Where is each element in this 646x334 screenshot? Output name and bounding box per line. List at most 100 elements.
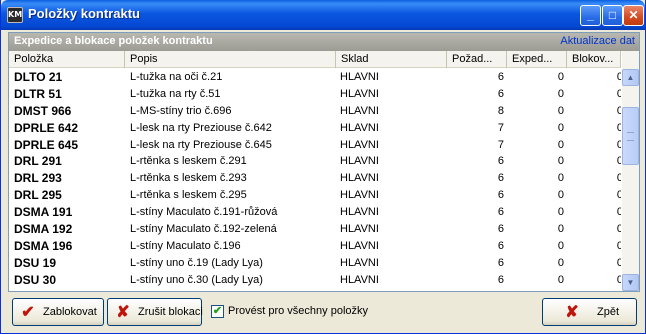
vertical-scrollbar[interactable]: ▲ ▼ bbox=[622, 51, 639, 291]
apply-all-checkbox-label[interactable]: Provést pro všechny položky bbox=[228, 305, 368, 318]
minimize-button[interactable]: _ bbox=[580, 5, 601, 26]
dispatched-cell: 0 bbox=[557, 87, 564, 100]
warehouse-cell: HLAVNI bbox=[340, 121, 379, 134]
table-row[interactable]: DSU 30 L-stíny uno č.30 (Lady Lya) HLAVNI 6… bbox=[9, 272, 621, 289]
table-row[interactable]: DSMA 196 L-stíny Maculato č.196 HLAVNI 6 0 0 bbox=[9, 238, 621, 255]
items-panel: Expedice a blokace položek kontraktu Akt… bbox=[8, 32, 640, 292]
requested-cell: 8 bbox=[497, 104, 504, 117]
table-row[interactable]: DMST 966 L-MS-stíny trio č.696 HLAVNI 8 0 0 bbox=[9, 103, 621, 120]
column-header-dispatched[interactable]: Exped... bbox=[507, 51, 567, 68]
scroll-up-arrow-icon[interactable]: ▲ bbox=[622, 69, 639, 86]
table-row[interactable]: DPRLE 642 L-lesk na rty Preziouse č.642 HL… bbox=[9, 120, 621, 137]
dispatched-cell: 0 bbox=[557, 206, 564, 219]
window-title: Položky kontraktu bbox=[28, 6, 140, 21]
blocked-cell: 0 bbox=[616, 273, 621, 286]
app-icon: KM bbox=[7, 7, 23, 23]
refresh-data-link[interactable]: Aktualizace dat bbox=[560, 35, 635, 47]
column-header-description[interactable]: Popis bbox=[125, 51, 336, 68]
warehouse-cell: HLAVNI bbox=[340, 206, 379, 219]
column-header-blocked[interactable]: Blokov... bbox=[567, 51, 621, 68]
table-row[interactable]: DSMA 192 L-stíny Maculato č.192-zelená HLA… bbox=[9, 221, 621, 238]
blocked-cell: 0 bbox=[616, 223, 621, 236]
table-row[interactable]: DLTR 51 L-tužka na rty č.51 HLAVNI 6 0 0 bbox=[9, 86, 621, 103]
dispatched-cell: 0 bbox=[557, 256, 564, 269]
item-code-cell: DMST 966 bbox=[14, 103, 72, 118]
dispatched-cell: 0 bbox=[557, 172, 564, 185]
back-button[interactable]: ✘ Zpět bbox=[542, 298, 637, 326]
title-bar[interactable]: KM Položky kontraktu _ □ ✕ bbox=[1, 0, 645, 30]
item-code-cell: DSU 30 bbox=[14, 272, 57, 287]
cancel-block-button-label: Zrušit blokaci bbox=[138, 306, 203, 318]
description-cell: L-tužka na oči č.21 bbox=[130, 71, 223, 83]
dispatched-cell: 0 bbox=[557, 138, 564, 151]
table-row[interactable]: DLTO 21 L-tužka na oči č.21 HLAVNI 6 0 0 bbox=[9, 69, 621, 86]
scroll-down-arrow-icon[interactable]: ▼ bbox=[622, 274, 639, 291]
warehouse-cell: HLAVNI bbox=[340, 189, 379, 202]
warehouse-cell: HLAVNI bbox=[340, 138, 379, 151]
column-header-warehouse[interactable]: Sklad bbox=[336, 51, 447, 68]
description-cell: L-MS-stíny trio č.696 bbox=[130, 104, 232, 117]
warehouse-cell: HLAVNI bbox=[340, 172, 379, 185]
table-body: DLTO 21 L-tužka na oči č.21 HLAVNI 6 0 0 DLTR … bbox=[9, 69, 621, 291]
table-row[interactable]: DRL 293 L-rtěnka s leskem č.293 HLAVNI 6 0 0 bbox=[9, 170, 621, 187]
description-cell: L-rtěnka s leskem č.293 bbox=[130, 172, 247, 185]
requested-cell: 7 bbox=[497, 121, 504, 134]
table-header: Položka Popis Sklad Požad... Exped... Bl… bbox=[9, 51, 621, 68]
column-header-requested[interactable]: Požad... bbox=[447, 51, 507, 68]
dispatched-cell: 0 bbox=[557, 189, 564, 202]
blocked-cell: 0 bbox=[616, 256, 621, 269]
back-button-label: Zpět bbox=[597, 306, 620, 318]
cross-icon: ✘ bbox=[116, 304, 130, 321]
item-code-cell: DSMA 191 bbox=[14, 205, 73, 220]
dispatched-cell: 0 bbox=[557, 104, 564, 117]
blocked-cell: 0 bbox=[616, 206, 621, 219]
warehouse-cell: HLAVNI bbox=[340, 87, 379, 100]
warehouse-cell: HLAVNI bbox=[340, 223, 379, 236]
blocked-cell: 0 bbox=[616, 138, 621, 151]
requested-cell: 7 bbox=[497, 138, 504, 151]
requested-cell: 6 bbox=[497, 172, 504, 185]
blocked-cell: 0 bbox=[616, 104, 621, 117]
blocked-cell: 0 bbox=[616, 239, 621, 252]
cancel-block-button[interactable]: ✘ Zrušit blokaci bbox=[107, 298, 203, 326]
description-cell: L-rtěnka s leskem č.295 bbox=[130, 189, 247, 202]
main-window: KM Položky kontraktu _ □ ✕ Expedice a bl… bbox=[0, 0, 646, 334]
item-code-cell: DSMA 192 bbox=[14, 222, 73, 237]
dispatched-cell: 0 bbox=[557, 273, 564, 286]
blocked-cell: 0 bbox=[616, 121, 621, 134]
item-code-cell: DPRLE 645 bbox=[14, 137, 79, 152]
description-cell: L-stíny Maculato č.192-zelená bbox=[130, 223, 277, 236]
requested-cell: 6 bbox=[497, 87, 504, 100]
dispatched-cell: 0 bbox=[557, 71, 564, 83]
requested-cell: 6 bbox=[497, 223, 504, 236]
lock-button[interactable]: ✔ Zablokovat bbox=[12, 298, 104, 326]
requested-cell: 6 bbox=[497, 239, 504, 252]
table-row[interactable]: DRL 295 L-rtěnka s leskem č.295 HLAVNI 6 0 0 bbox=[9, 187, 621, 204]
maximize-button[interactable]: □ bbox=[602, 5, 623, 26]
column-header-item[interactable]: Položka bbox=[9, 51, 125, 68]
scroll-thumb[interactable] bbox=[622, 107, 639, 165]
table-row[interactable]: DPRLE 645 L-lesk na rty Preziouse č.645 HL… bbox=[9, 137, 621, 154]
apply-all-checkbox[interactable]: ✔ bbox=[211, 305, 224, 318]
dispatched-cell: 0 bbox=[557, 121, 564, 134]
table-row[interactable]: DSU 19 L-stíny uno č.19 (Lady Lya) HLAVNI 6… bbox=[9, 255, 621, 272]
item-code-cell: DPRLE 642 bbox=[14, 120, 79, 135]
description-cell: L-stíny Maculato č.196 bbox=[130, 239, 241, 252]
table-row[interactable]: DSMA 191 L-stíny Maculato č.191-růžová HLA… bbox=[9, 204, 621, 221]
table-row[interactable]: DRL 291 L-rtěnka s leskem č.291 HLAVNI 6 0 0 bbox=[9, 153, 621, 170]
description-cell: L-lesk na rty Preziouse č.642 bbox=[130, 121, 272, 134]
dispatched-cell: 0 bbox=[557, 239, 564, 252]
description-cell: L-lesk na rty Preziouse č.645 bbox=[130, 138, 272, 151]
lock-button-label: Zablokovat bbox=[43, 306, 97, 318]
item-code-cell: DLTO 21 bbox=[14, 70, 63, 84]
warehouse-cell: HLAVNI bbox=[340, 273, 379, 286]
item-code-cell: DLTR 51 bbox=[14, 86, 62, 101]
warehouse-cell: HLAVNI bbox=[340, 155, 379, 168]
close-button[interactable]: ✕ bbox=[623, 5, 644, 26]
blocked-cell: 0 bbox=[616, 172, 621, 185]
requested-cell: 6 bbox=[497, 256, 504, 269]
description-cell: L-rtěnka s leskem č.291 bbox=[130, 155, 247, 168]
requested-cell: 6 bbox=[497, 155, 504, 168]
requested-cell: 6 bbox=[497, 189, 504, 202]
warehouse-cell: HLAVNI bbox=[340, 239, 379, 252]
